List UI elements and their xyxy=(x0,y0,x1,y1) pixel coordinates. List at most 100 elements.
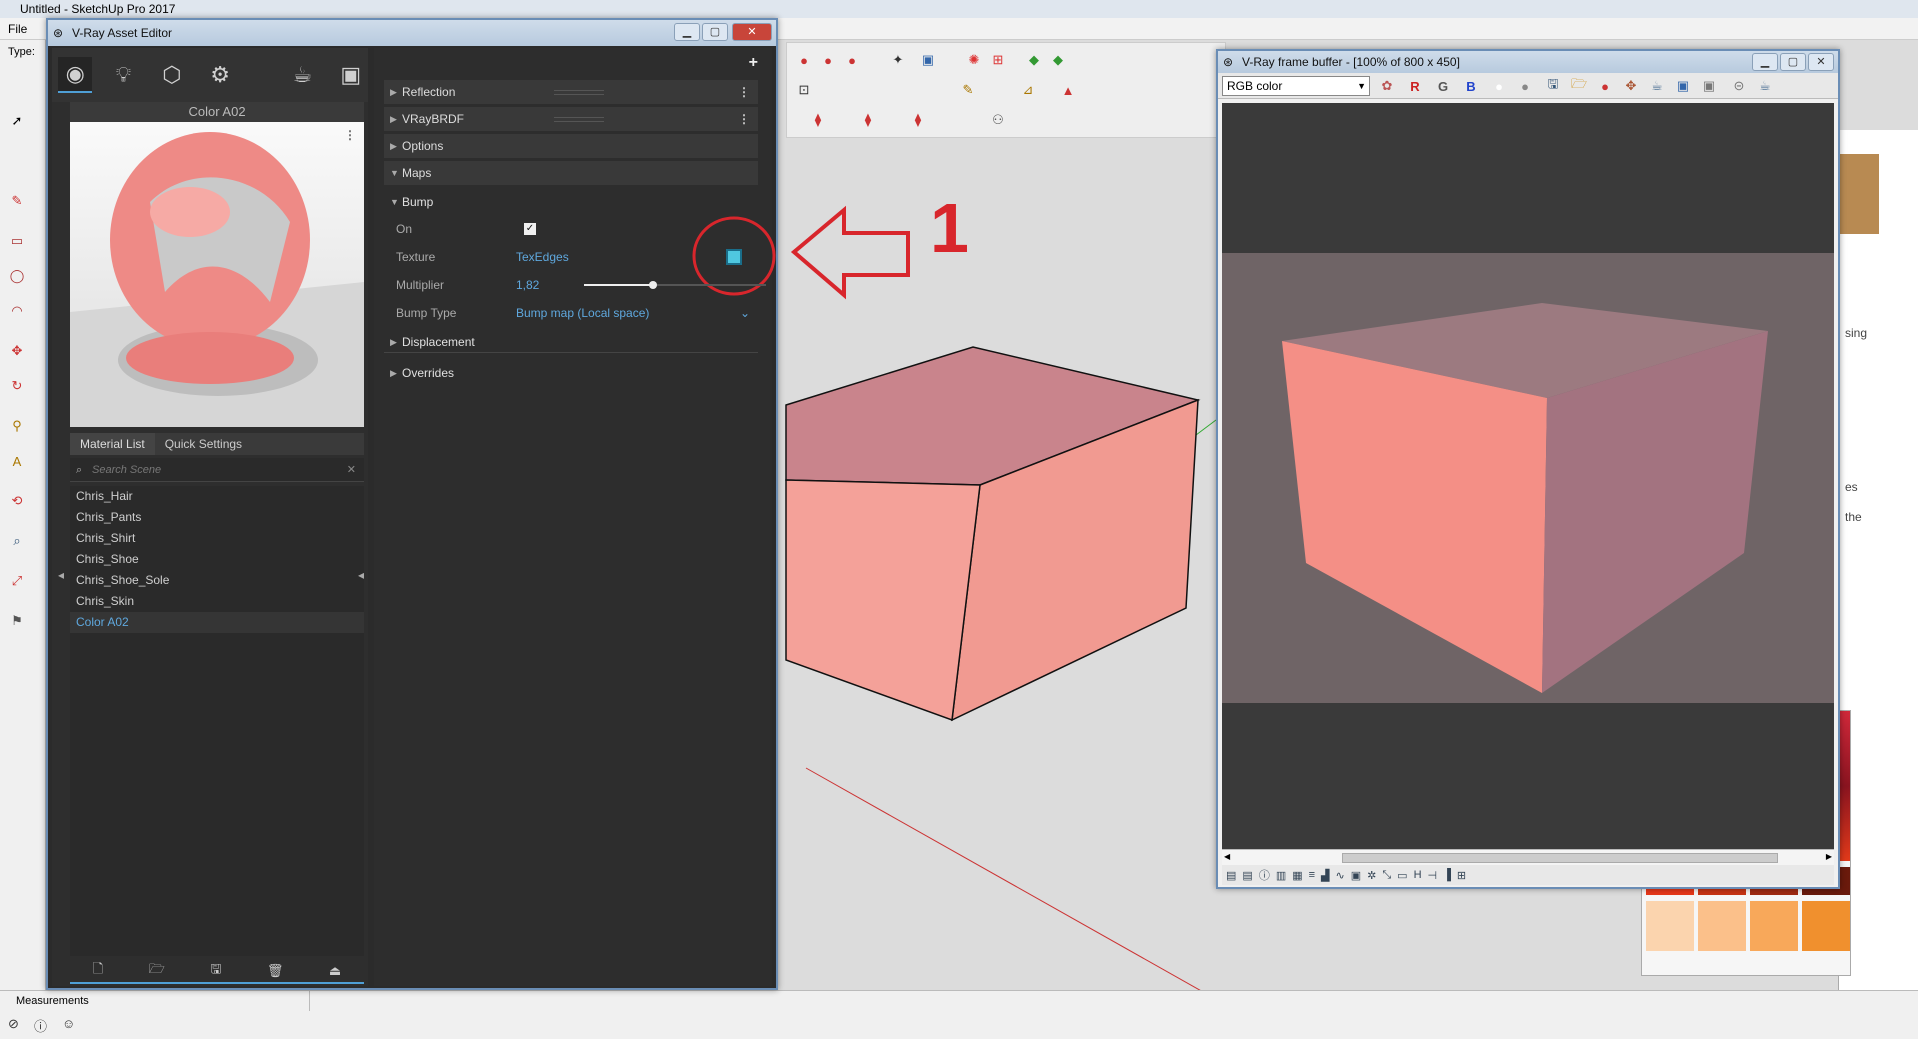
lut-icon[interactable]: ⤡ xyxy=(1382,869,1391,882)
gray-dot-icon[interactable]: ● xyxy=(1514,75,1536,97)
menu-file[interactable]: File xyxy=(8,22,27,36)
section-maps[interactable]: ▼ Maps xyxy=(384,161,758,185)
channel-select[interactable]: RGB color ▼ xyxy=(1222,76,1370,96)
region-render-icon[interactable]: ▣ xyxy=(1672,75,1694,97)
stop-render-icon[interactable]: ⊝ xyxy=(1728,75,1750,97)
add-layer-button[interactable]: + xyxy=(749,54,758,72)
preview-menu-icon[interactable]: ⋮ xyxy=(344,128,356,142)
section-overrides[interactable]: ▶ Overrides xyxy=(384,362,758,384)
section-displacement[interactable]: ▶ Displacement xyxy=(384,331,758,353)
exposure-icon[interactable]: ▣ xyxy=(1351,869,1361,882)
stamp-icon[interactable]: ▐ xyxy=(1443,869,1451,881)
blue-channel-button[interactable]: B xyxy=(1460,75,1482,97)
clear-image-icon[interactable]: ● xyxy=(1594,75,1616,97)
bump-multiplier-value[interactable]: 1,82 xyxy=(516,275,539,295)
list-item[interactable]: Chris_Hair xyxy=(70,486,364,507)
render-teapot-icon[interactable]: ☕︎ xyxy=(285,57,319,93)
tab-material-list[interactable]: Material List xyxy=(70,433,155,455)
track-mouse-icon[interactable]: ✥ xyxy=(1620,75,1642,97)
green-channel-button[interactable]: G xyxy=(1432,75,1454,97)
drag-grip[interactable] xyxy=(554,117,604,122)
search-input[interactable]: ⌕ Search Scene ✕ xyxy=(70,458,364,482)
user-icon[interactable]: ☺ xyxy=(62,1016,75,1031)
clear-search-icon[interactable]: ✕ xyxy=(347,458,356,482)
circle-tool-icon[interactable]: ◯ xyxy=(6,265,28,287)
section-menu-icon[interactable]: ⋮ xyxy=(738,107,750,131)
orbit-tool-icon[interactable]: ⟲ xyxy=(6,490,28,512)
move-tool-icon[interactable]: ✥ xyxy=(6,340,28,362)
collapse-panel-arrow-icon[interactable]: ◂ xyxy=(358,568,364,582)
purge-icon[interactable]: ⏏ xyxy=(329,963,341,979)
drag-grip[interactable] xyxy=(554,90,604,95)
red-channel-button[interactable]: R xyxy=(1404,75,1426,97)
list-item[interactable]: Chris_Shoe xyxy=(70,549,364,570)
zoom-tool-icon[interactable]: ⌕ xyxy=(6,530,28,552)
histogram-icon[interactable]: ▟ xyxy=(1321,869,1329,882)
multiplier-slider-knob[interactable] xyxy=(649,281,658,289)
section-vraybrdf[interactable]: ▶ VRayBRDF ⋮ xyxy=(384,107,758,131)
bump-texture-value[interactable]: TexEdges xyxy=(516,247,569,267)
frame-buffer-titlebar[interactable]: ⊛ V-Ray frame buffer - [100% of 800 x 45… xyxy=(1218,51,1838,73)
text-tool-icon[interactable]: A xyxy=(6,450,28,472)
swatch[interactable] xyxy=(1646,901,1694,951)
paint-tool-icon[interactable]: ✎ xyxy=(6,190,28,212)
list-item[interactable]: Chris_Pants xyxy=(70,507,364,528)
bump-type-dropdown[interactable]: Bump map (Local space) ⌄ xyxy=(516,303,750,323)
settings-tab-icon[interactable]: ⚙ xyxy=(203,57,237,93)
new-file-icon[interactable]: 🗋︎ xyxy=(93,960,103,982)
levels-icon[interactable]: ≡ xyxy=(1309,869,1315,881)
frame-buffer-icon[interactable]: ▣ xyxy=(334,57,368,93)
open-image-icon[interactable]: 🗁︎ xyxy=(1568,75,1590,97)
color-correction-icon[interactable]: ▥ xyxy=(1276,869,1286,882)
info-icon[interactable]: ⓘ xyxy=(34,1016,47,1035)
scroll-left-icon[interactable]: ◀ xyxy=(1224,852,1230,861)
section-reflection[interactable]: ▶ Reflection ⋮ xyxy=(384,80,758,104)
info-icon[interactable]: ⓘ xyxy=(1259,867,1270,883)
swatch[interactable] xyxy=(1802,901,1850,951)
swatch[interactable] xyxy=(1698,901,1746,951)
maximize-button[interactable]: ▢ xyxy=(1780,53,1806,71)
rectangle-tool-icon[interactable]: ▭ xyxy=(6,230,28,252)
close-button[interactable]: ✕ xyxy=(732,23,772,41)
material-thumbnail[interactable] xyxy=(1839,154,1879,234)
list-item[interactable]: Chris_Skin xyxy=(70,591,364,612)
render-canvas[interactable] xyxy=(1222,103,1834,849)
save-icon[interactable]: 🖫︎ xyxy=(210,960,221,982)
section-menu-icon[interactable]: ⋮ xyxy=(738,80,750,104)
horizontal-scrollbar[interactable]: ◀ ▶ xyxy=(1222,849,1834,865)
list-item-selected[interactable]: Color A02 xyxy=(70,612,364,633)
rotate-tool-icon[interactable]: ↻ xyxy=(6,375,28,397)
pixel-info-icon[interactable]: ⊞ xyxy=(1457,869,1466,882)
color-balance-icon[interactable]: ✿ xyxy=(1376,75,1398,97)
multiplier-slider-track[interactable] xyxy=(584,281,766,289)
minimize-button[interactable]: ▁ xyxy=(674,23,700,41)
geometry-tab-icon[interactable]: ⬡ xyxy=(155,57,189,93)
render-teapot-icon[interactable]: ☕︎ xyxy=(1646,75,1668,97)
settings-icon[interactable]: ▤ xyxy=(1242,869,1252,882)
zoom-extents-icon[interactable]: ⤢ xyxy=(6,570,28,592)
save-image-icon[interactable]: 🖫︎ xyxy=(1542,75,1564,97)
open-folder-icon[interactable]: 🗁︎ xyxy=(149,960,165,982)
asset-editor-titlebar[interactable]: ⊛ V-Ray Asset Editor ▁ ▢ ✕ xyxy=(48,20,776,46)
section-options[interactable]: ▶ Options xyxy=(384,134,758,158)
close-button[interactable]: ✕ xyxy=(1808,53,1834,71)
minimize-button[interactable]: ▁ xyxy=(1752,53,1778,71)
bump-on-checkbox[interactable]: ✓ xyxy=(524,223,536,235)
tab-quick-settings[interactable]: Quick Settings xyxy=(155,433,252,455)
white-dot-icon[interactable]: ● xyxy=(1488,75,1510,97)
walk-tool-icon[interactable]: ⚑ xyxy=(6,610,28,632)
render-last-icon[interactable]: ▣ xyxy=(1698,75,1720,97)
subsection-bump[interactable]: ▼ Bump xyxy=(384,191,758,213)
layers-icon[interactable]: ▦ xyxy=(1292,869,1302,882)
render-icon[interactable]: ☕︎ xyxy=(1754,75,1776,97)
compare-icon[interactable]: ▭ xyxy=(1397,869,1407,882)
scrollbar-thumb[interactable] xyxy=(1342,853,1778,863)
scroll-right-icon[interactable]: ▶ xyxy=(1826,852,1832,861)
arc-tool-icon[interactable]: ◠ xyxy=(6,300,28,322)
list-item[interactable]: Chris_Shoe_Sole xyxy=(70,570,364,591)
geo-icon[interactable]: ⊘ xyxy=(8,1016,19,1032)
history-icon[interactable]: ▤ xyxy=(1226,869,1236,882)
select-tool-icon[interactable]: ➚ xyxy=(6,110,28,132)
delete-icon[interactable]: 🗑︎ xyxy=(267,963,284,979)
lens-effects-icon[interactable]: ✲ xyxy=(1367,869,1376,882)
